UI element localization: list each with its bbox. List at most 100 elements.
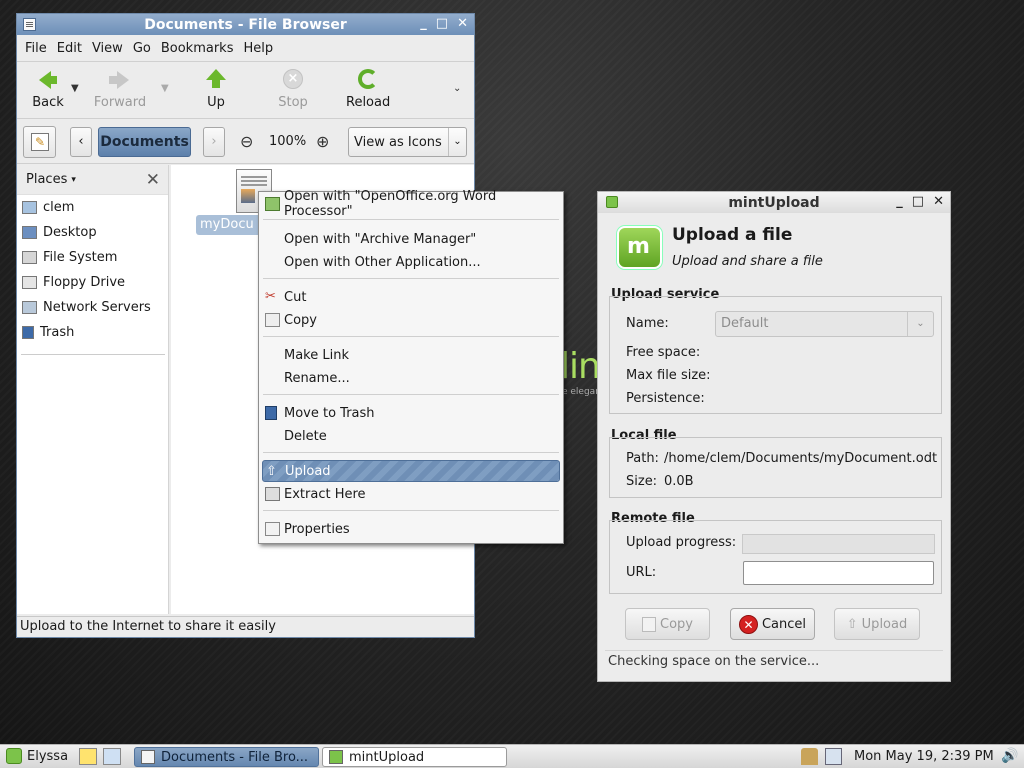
- menu-open-with-archive-manager[interactable]: Open with "Archive Manager": [262, 228, 560, 250]
- back-history-dropdown[interactable]: ▼: [71, 83, 79, 94]
- places-title: Places: [26, 172, 68, 187]
- window-menu-icon[interactable]: [23, 18, 36, 31]
- sidebar-item-label: Desktop: [43, 225, 97, 240]
- clock[interactable]: Mon May 19, 2:39 PM: [854, 749, 994, 764]
- upload-button[interactable]: ⇧ Upload: [834, 608, 920, 640]
- reload-label: Reload: [346, 95, 391, 110]
- zoom-level[interactable]: 100%: [269, 134, 306, 149]
- menu-rename[interactable]: Rename...: [262, 367, 560, 389]
- properties-icon: [265, 522, 280, 536]
- menu-view[interactable]: View: [88, 39, 127, 58]
- menu-upload[interactable]: ⇧ Upload: [262, 460, 560, 482]
- max-file-size-label: Max file size:: [626, 368, 711, 383]
- persistence-label: Persistence:: [626, 391, 705, 406]
- sidebar-item-home[interactable]: clem: [17, 195, 168, 220]
- breadcrumb-documents[interactable]: Documents: [98, 127, 191, 157]
- toolbar-overflow-chevron-icon[interactable]: ⌄: [453, 83, 461, 94]
- chevron-down-icon: ⌄: [907, 312, 933, 336]
- trash-icon: [22, 326, 34, 339]
- forward-history-dropdown[interactable]: ▼: [161, 83, 169, 94]
- reload-button[interactable]: Reload: [346, 69, 390, 110]
- zoom-out-icon[interactable]: ⊖: [240, 132, 253, 151]
- crumb-right-button[interactable]: ›: [203, 127, 225, 157]
- context-menu: Open with "OpenOffice.org Word Processor…: [258, 189, 564, 544]
- sidebar-item-network[interactable]: Network Servers: [17, 295, 168, 320]
- lock-icon[interactable]: [801, 748, 818, 765]
- up-button[interactable]: Up: [203, 69, 229, 110]
- back-button[interactable]: Back: [25, 69, 71, 110]
- menu-go[interactable]: Go: [129, 39, 155, 58]
- url-field[interactable]: [743, 561, 934, 585]
- main-menu-button[interactable]: Elyssa: [6, 748, 68, 764]
- menu-make-link[interactable]: Make Link: [262, 344, 560, 366]
- size-value: 0.0B: [664, 474, 694, 489]
- path-value: /home/clem/Documents/myDocument.odt: [664, 451, 938, 466]
- menu-move-to-trash[interactable]: Move to Trash: [262, 402, 560, 424]
- close-button[interactable]: ✕: [457, 16, 468, 31]
- desktop-launcher-icon[interactable]: [103, 748, 121, 765]
- mintupload-titlebar[interactable]: mintUpload _ □ ✕: [598, 192, 950, 213]
- menu-separator: [263, 278, 559, 279]
- menu-extract-here[interactable]: Extract Here: [262, 483, 560, 505]
- forward-button[interactable]: Forward: [93, 69, 147, 110]
- zoom-in-icon[interactable]: ⊕: [316, 132, 329, 151]
- menu-open-with-other[interactable]: Open with Other Application...: [262, 251, 560, 273]
- file-browser-titlebar[interactable]: Documents - File Browser _ □ ✕: [17, 14, 474, 35]
- taskbar-task-file-browser[interactable]: Documents - File Bro...: [134, 747, 319, 767]
- floppy-icon: [22, 276, 37, 289]
- scissors-icon: ✂: [265, 289, 276, 304]
- text-editor-launcher-icon[interactable]: [79, 748, 97, 765]
- window-title: Documents - File Browser: [144, 16, 347, 33]
- taskbar-task-mintupload[interactable]: mintUpload: [322, 747, 507, 767]
- free-space-label: Free space:: [626, 345, 701, 360]
- service-select[interactable]: Default ⌄: [715, 311, 934, 337]
- view-mode-select[interactable]: View as Icons ⌄: [348, 127, 467, 157]
- menu-item-label: Upload: [285, 463, 331, 479]
- path-label: Path:: [626, 451, 659, 466]
- copy-button[interactable]: Copy: [625, 608, 710, 640]
- chevron-down-icon: ⌄: [448, 128, 466, 156]
- minimize-button[interactable]: _: [420, 16, 427, 31]
- task-label: Documents - File Bro...: [161, 749, 309, 765]
- toggle-location-button[interactable]: ✎: [23, 126, 56, 158]
- copy-icon: [642, 616, 656, 632]
- upload-arrow-icon: ⇧: [266, 464, 277, 479]
- crumb-left-button[interactable]: ‹: [70, 127, 92, 157]
- menu-properties[interactable]: Properties: [262, 518, 560, 540]
- sidebar-item-label: File System: [43, 250, 118, 265]
- menu-open-with-writer[interactable]: Open with "OpenOffice.org Word Processor…: [262, 189, 560, 219]
- menu-file[interactable]: File: [21, 39, 51, 58]
- sidebar-item-desktop[interactable]: Desktop: [17, 220, 168, 245]
- sidebar-item-floppy[interactable]: Floppy Drive: [17, 270, 168, 295]
- menu-help[interactable]: Help: [239, 39, 277, 58]
- window-title: mintUpload: [728, 194, 820, 211]
- menu-edit[interactable]: Edit: [53, 39, 86, 58]
- cancel-icon: ✕: [738, 614, 758, 634]
- folder-icon: [22, 201, 37, 214]
- cancel-button[interactable]: ✕ Cancel: [730, 608, 815, 640]
- menu-separator: [263, 336, 559, 337]
- menu-copy[interactable]: Copy: [262, 309, 560, 331]
- menu-cut[interactable]: ✂ Cut: [262, 286, 560, 308]
- menu-delete[interactable]: Delete: [262, 425, 560, 447]
- close-sidebar-icon[interactable]: ✕: [146, 170, 160, 190]
- menu-separator: [263, 510, 559, 511]
- volume-icon[interactable]: 🔊: [1001, 748, 1018, 765]
- sidebar-separator: [21, 354, 165, 355]
- sidebar-item-file-system[interactable]: File System: [17, 245, 168, 270]
- sidebar-item-trash[interactable]: Trash: [17, 320, 168, 345]
- stop-label: Stop: [278, 95, 308, 110]
- wallpaper-tagline: e elegan: [562, 387, 601, 397]
- location-bar: ✎ ‹ Documents › ⊖ 100% ⊕ View as Icons ⌄: [17, 120, 474, 164]
- menu-bookmarks[interactable]: Bookmarks: [157, 39, 238, 58]
- maximize-button[interactable]: □: [436, 16, 448, 31]
- status-bar: Upload to the Internet to share it easil…: [17, 616, 474, 638]
- minimize-button[interactable]: _: [896, 194, 903, 209]
- network-icon[interactable]: [825, 748, 842, 765]
- stop-button[interactable]: × Stop: [276, 69, 310, 110]
- upload-progress-bar: [742, 534, 935, 554]
- service-name-label: Name:: [626, 316, 669, 331]
- close-button[interactable]: ✕: [933, 194, 944, 209]
- sidebar-item-label: clem: [43, 200, 75, 215]
- maximize-button[interactable]: □: [912, 194, 924, 209]
